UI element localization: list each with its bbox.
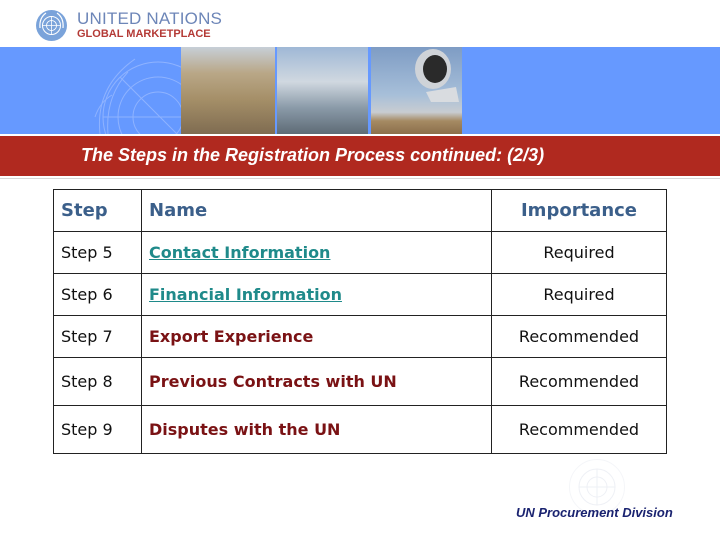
un-global-marketplace-logo: UNITED NATIONS GLOBAL MARKETPLACE: [36, 9, 222, 41]
importance-cell: Recommended: [491, 357, 667, 406]
importance-cell: Recommended: [491, 315, 667, 358]
disputes-label: Disputes with the UN: [149, 420, 341, 439]
un-emblem-watermark-icon: [94, 58, 190, 134]
header-importance: Importance: [491, 189, 667, 232]
logo-title: UNITED NATIONS: [77, 9, 223, 28]
table-header-row: Step Name Importance: [53, 189, 667, 232]
importance-cell: Required: [491, 273, 667, 316]
importance-cell: Required: [491, 231, 667, 274]
name-cell: Export Experience: [141, 315, 492, 358]
logo-subtitle: GLOBAL MARKETPLACE: [77, 28, 211, 40]
name-cell: Contact Information: [141, 231, 492, 274]
registration-steps-table: Step Name Importance Step 5 Contact Info…: [53, 189, 667, 454]
jet-engine-icon: [415, 49, 459, 102]
step-cell: Step 9: [53, 405, 142, 454]
financial-information-link[interactable]: Financial Information: [149, 285, 342, 304]
un-emblem-icon: [36, 10, 67, 41]
name-cell: Disputes with the UN: [141, 405, 492, 454]
header-name: Name: [141, 189, 492, 232]
slide-title: The Steps in the Registration Process co…: [81, 145, 545, 165]
table-row: Step 9 Disputes with the UN Recommended: [53, 405, 667, 454]
previous-contracts-label: Previous Contracts with UN: [149, 372, 397, 391]
step-cell: Step 6: [53, 273, 142, 316]
table-row: Step 5 Contact Information Required: [53, 231, 667, 274]
name-cell: Previous Contracts with UN: [141, 357, 492, 406]
table-row: Step 8 Previous Contracts with UN Recomm…: [53, 357, 667, 406]
step-cell: Step 8: [53, 357, 142, 406]
table-row: Step 6 Financial Information Required: [53, 273, 667, 316]
truck-loading-cargo-plane-photo: [277, 47, 368, 134]
man-with-boxes-photo: [181, 47, 275, 134]
name-cell: Financial Information: [141, 273, 492, 316]
footer-division-name: UN Procurement Division: [516, 505, 673, 520]
step-cell: Step 7: [53, 315, 142, 358]
table-row: Step 7 Export Experience Recommended: [53, 315, 667, 358]
step-cell: Step 5: [53, 231, 142, 274]
divider: [0, 178, 720, 179]
slide-title-bar: The Steps in the Registration Process co…: [0, 136, 720, 176]
header-step: Step: [53, 189, 142, 232]
export-experience-label: Export Experience: [149, 327, 314, 346]
importance-cell: Recommended: [491, 405, 667, 454]
contact-information-link[interactable]: Contact Information: [149, 243, 330, 262]
jet-engine-airfield-photo: [371, 47, 462, 134]
